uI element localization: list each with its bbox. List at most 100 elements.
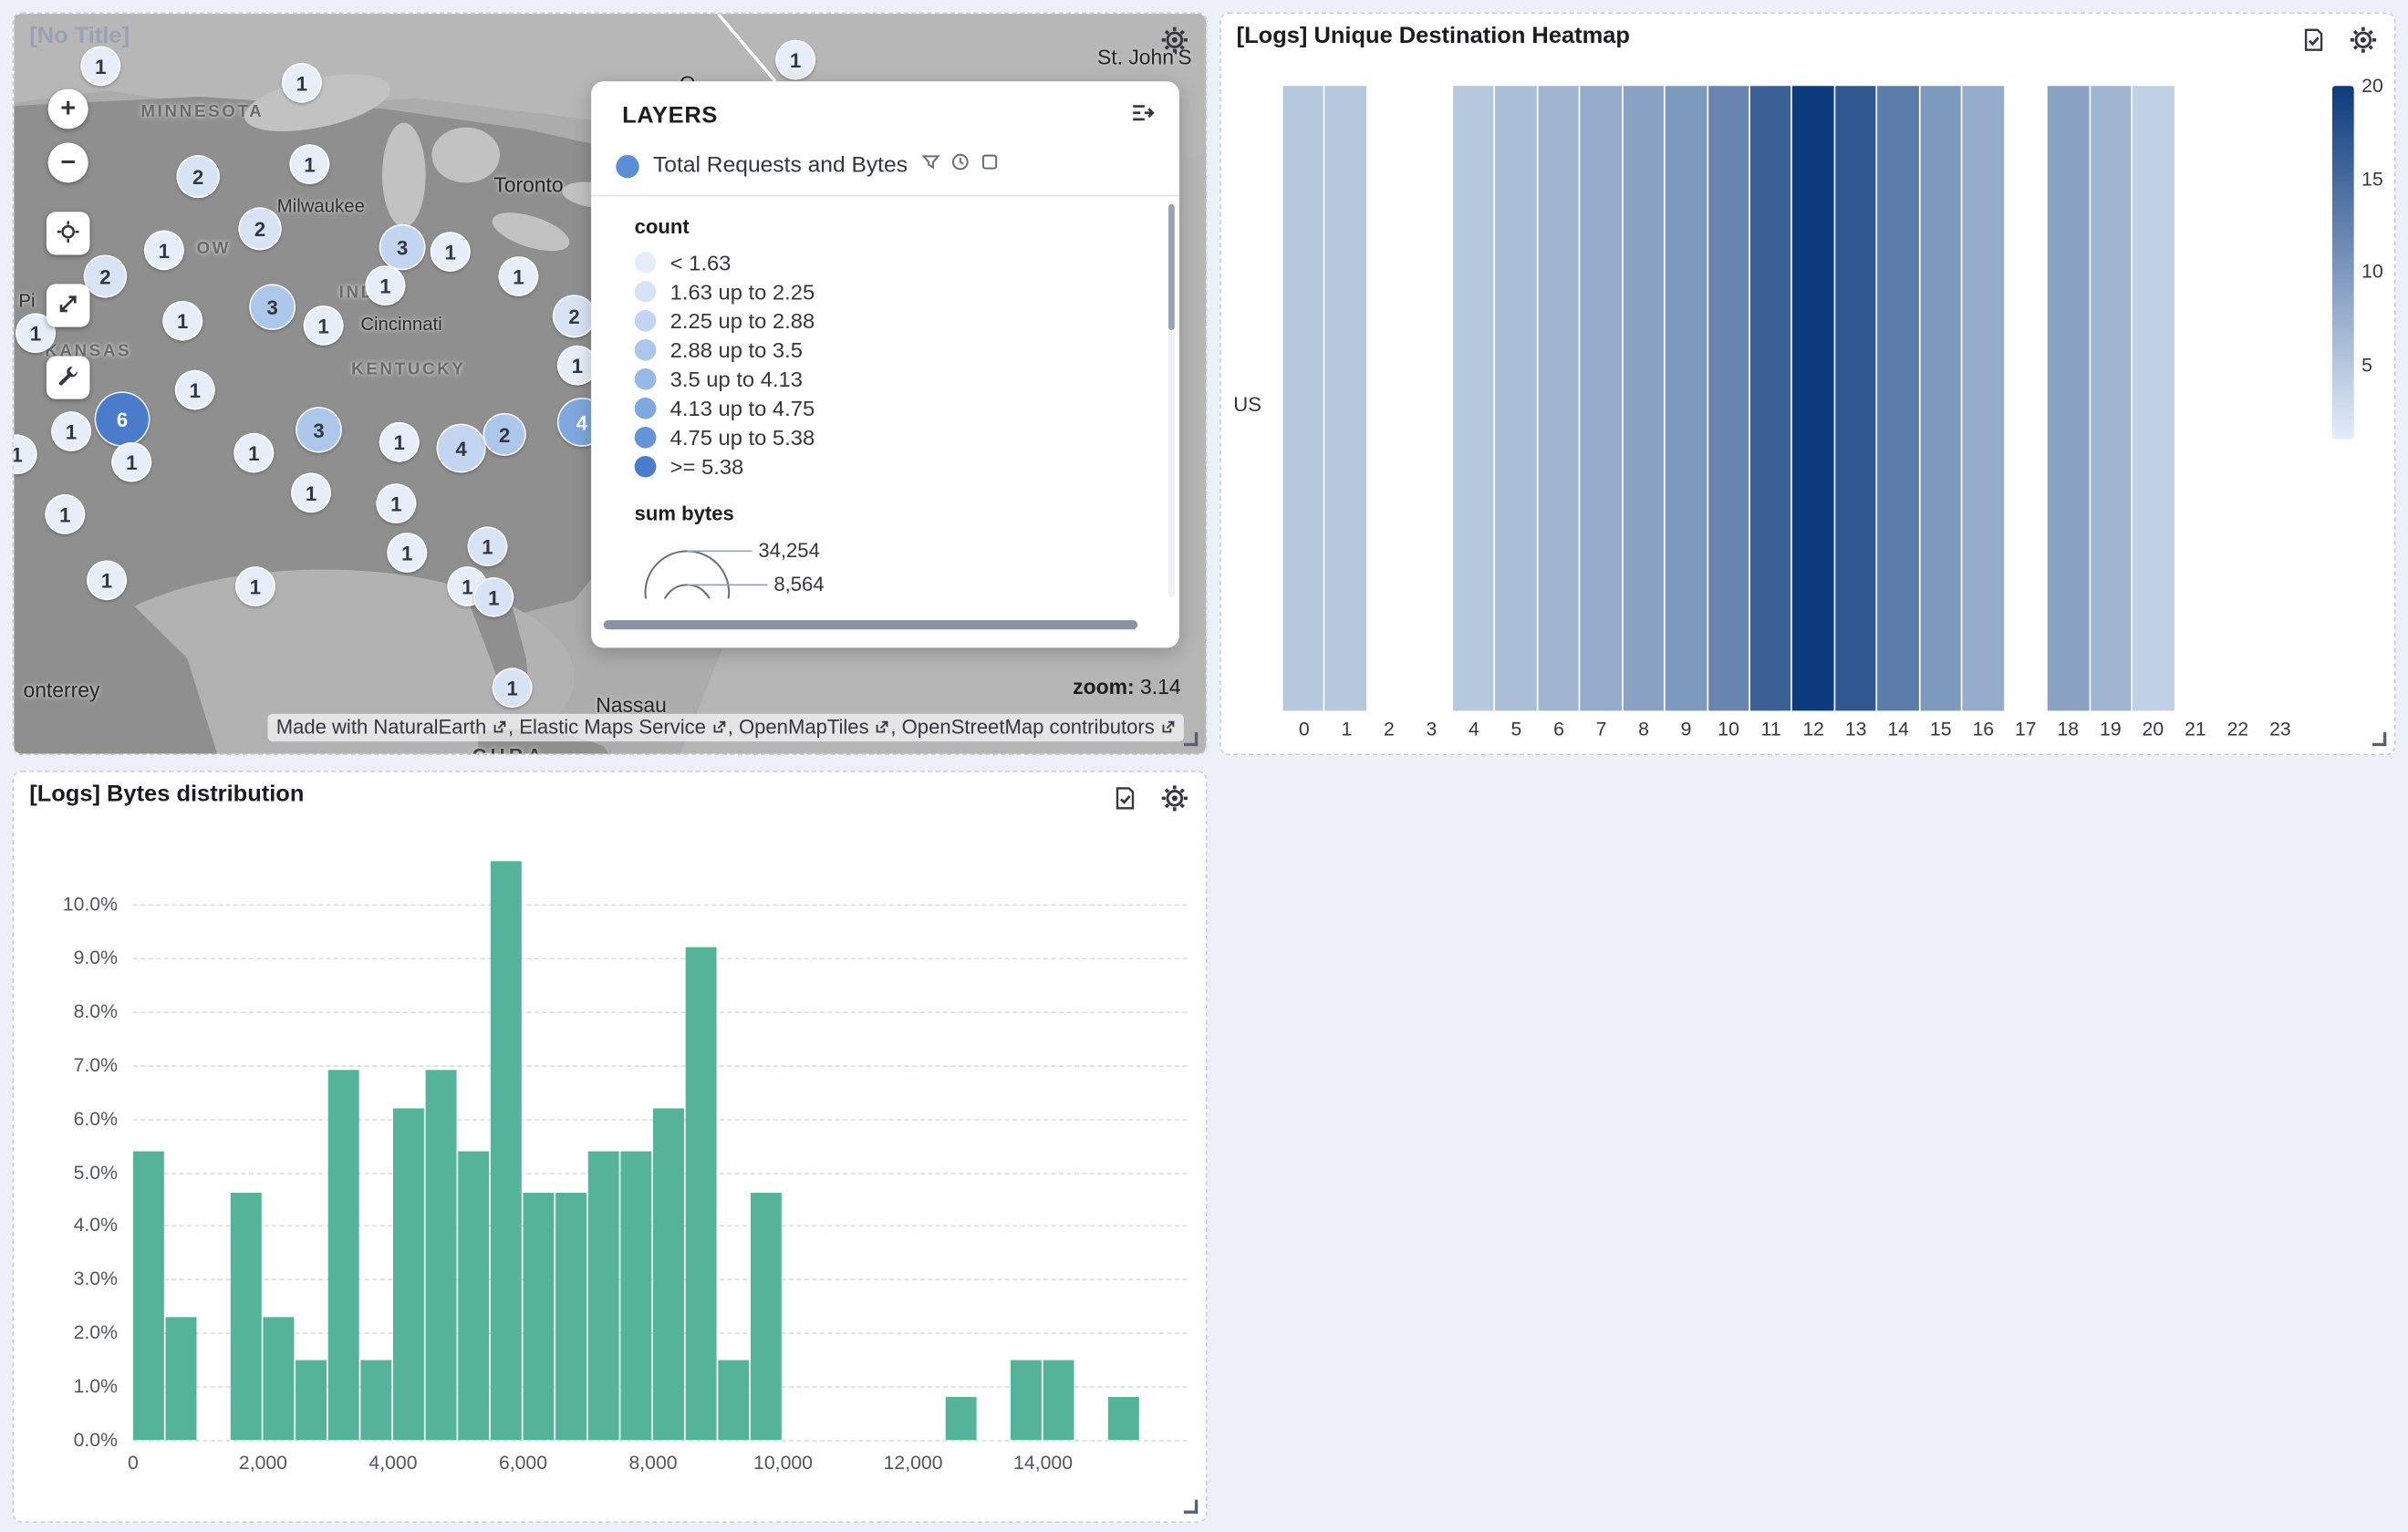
zoom-out-button[interactable]: − [48,143,88,183]
histogram-bar[interactable] [946,1397,977,1440]
attribution-link[interactable]: OpenMapTiles [739,715,890,738]
histogram-bar[interactable] [231,1194,262,1440]
panel-resize-handle[interactable] [1184,732,1198,746]
heatmap-cell[interactable] [2091,86,2132,710]
cluster-marker[interactable]: 3 [379,224,426,271]
cluster-marker[interactable]: 1 [111,442,151,482]
heatmap-cell[interactable] [1325,86,1366,710]
histogram-bar[interactable] [751,1194,782,1440]
cluster-marker[interactable]: 1 [144,231,184,271]
histogram-bar[interactable] [686,947,717,1441]
histogram-bar[interactable] [263,1317,294,1440]
horizontal-scrollbar[interactable] [604,620,1137,629]
histogram-bar[interactable] [166,1317,197,1440]
cluster-marker[interactable]: 1 [775,40,815,80]
cluster-marker[interactable]: 2 [483,413,526,456]
cluster-marker[interactable]: 1 [473,577,514,617]
panel-resize-handle[interactable] [2372,732,2386,746]
histogram-bar[interactable] [1043,1360,1074,1440]
edit-visualization-button[interactable] [2299,26,2330,57]
histogram-bar[interactable] [523,1194,554,1440]
heatmap-cell[interactable] [2175,86,2216,710]
heatmap-cell[interactable] [1283,86,1324,710]
cluster-marker[interactable]: 1 [45,494,85,534]
fit-to-data-button[interactable] [47,212,90,254]
panel-settings-button[interactable] [2348,26,2379,57]
heatmap-cell[interactable] [1750,86,1791,710]
cluster-marker[interactable]: 1 [493,668,533,708]
cluster-marker[interactable]: 2 [238,207,282,250]
heatmap-cell[interactable] [1581,86,1622,710]
collapse-layers-button[interactable] [1126,99,1157,130]
cluster-marker[interactable]: 2 [553,295,597,337]
histogram-bar[interactable] [360,1360,391,1440]
histogram-bar[interactable] [1011,1360,1042,1440]
cluster-marker[interactable]: 1 [235,566,275,606]
histogram-bar[interactable] [588,1151,619,1440]
histogram-bar[interactable] [491,862,522,1440]
panel-settings-button[interactable] [1159,26,1190,57]
cluster-marker[interactable]: 1 [431,232,471,272]
cluster-marker[interactable]: 1 [162,301,202,341]
cluster-marker[interactable]: 3 [296,407,342,453]
cluster-marker[interactable]: 1 [87,560,127,600]
heatmap-cell[interactable] [2260,86,2301,710]
cluster-marker[interactable]: 2 [84,254,128,297]
cluster-marker[interactable]: 1 [234,433,274,473]
cluster-marker[interactable]: 1 [289,144,329,184]
heatmap-cell[interactable] [1878,86,1919,710]
cluster-marker[interactable]: 1 [304,305,344,346]
attribution-link[interactable]: OpenStreetMap contributors [902,715,1177,738]
edit-visualization-button[interactable] [1110,784,1141,815]
heatmap-cell[interactable] [1538,86,1579,710]
cluster-marker[interactable]: 1 [498,256,538,296]
heatmap-cell[interactable] [1920,86,1961,710]
cluster-marker[interactable]: 3 [249,284,296,330]
histogram-bar[interactable] [296,1360,327,1440]
histogram-bar[interactable] [718,1360,749,1440]
histogram-bar[interactable] [458,1151,489,1440]
heatmap-cell[interactable] [1410,86,1451,710]
histogram-bar[interactable] [555,1194,586,1440]
cluster-marker[interactable]: 1 [175,370,215,410]
histogram-bar[interactable] [328,1071,359,1440]
cluster-marker[interactable]: 1 [387,533,427,573]
cluster-marker[interactable]: 1 [291,472,331,512]
heatmap-cell[interactable] [2217,86,2258,710]
heatmap-cell[interactable] [1707,86,1749,710]
cluster-marker[interactable]: 1 [379,422,420,462]
heatmap-cell[interactable] [1368,86,1409,710]
attribution-link[interactable]: Elastic Maps Service [519,715,727,738]
attribution-link[interactable]: NaturalEarth [373,715,508,738]
cluster-marker[interactable]: 1 [282,63,322,103]
panel-settings-button[interactable] [1159,784,1190,815]
heatmap-cell[interactable] [2048,86,2089,710]
cluster-marker[interactable]: 1 [376,483,416,523]
cluster-marker[interactable]: 1 [51,411,91,451]
legend-scroll-area[interactable]: count < 1.631.63 up to 2.252.25 up to 2.… [591,196,1179,598]
histogram-bar[interactable] [620,1151,651,1440]
cluster-marker[interactable]: 6 [94,391,150,447]
cluster-marker[interactable]: 1 [365,265,405,305]
histogram-bar[interactable] [426,1071,457,1440]
heatmap-cell[interactable] [1666,86,1707,710]
histogram-bar[interactable] [1108,1397,1139,1440]
histogram-bar[interactable] [653,1108,684,1440]
full-screen-button[interactable] [47,284,90,326]
cluster-marker[interactable]: 1 [467,526,507,566]
heatmap-cell[interactable] [2133,86,2174,710]
cluster-marker[interactable]: 2 [176,155,220,198]
histogram-bar[interactable] [393,1108,424,1440]
histogram-bar[interactable] [133,1151,164,1440]
heatmap-cell[interactable] [1793,86,1834,710]
vertical-scrollbar[interactable] [1168,204,1175,330]
heatmap-cell[interactable] [1495,86,1536,710]
zoom-in-button[interactable]: + [48,89,88,129]
heatmap-cell[interactable] [1963,86,2004,710]
heatmap-cell[interactable] [1623,86,1664,710]
heatmap-cell[interactable] [2005,86,2046,710]
heatmap-cell[interactable] [1835,86,1876,710]
layer-row[interactable]: Total Requests and Bytes [591,143,1179,197]
cluster-marker[interactable]: 1 [80,47,120,87]
map-tools-button[interactable] [47,357,90,399]
